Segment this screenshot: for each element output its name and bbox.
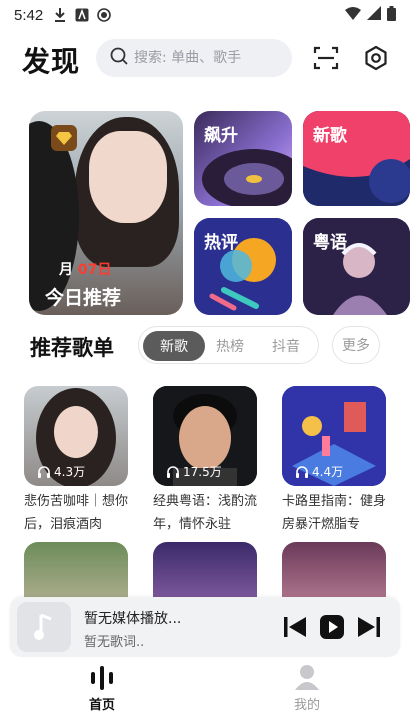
playlist-name: 悲伤苦咖啡｜想你后，泪痕酒肉 [24,494,128,532]
next-button[interactable] [357,615,381,639]
player-artwork [17,602,71,652]
bottom-nav: 首页 我的 [0,658,410,720]
tab-hot-chart[interactable]: 热榜 [201,331,259,361]
diamond-icon [51,125,77,151]
banner-grid: 月 07日 今日推荐 飙升 新歌 热评 粤语 [29,111,410,315]
playlist-card[interactable]: 4.4万 卡路里指南：健身房暴汗燃脂专 [282,386,386,536]
playlist-card[interactable]: 4.3万 悲伤苦咖啡｜想你后，泪痕酒肉 [24,386,128,536]
battery-icon [387,5,396,25]
header: 发现 [0,38,410,80]
scan-button[interactable] [312,44,340,72]
nav-mine[interactable]: 我的 [277,664,337,713]
nav-mine-label: 我的 [293,698,320,713]
section-title: 推荐歌单 [30,336,114,360]
headphones-icon [167,465,179,478]
previous-button[interactable] [283,615,307,639]
daily-recommend-card[interactable]: 月 07日 今日推荐 [29,111,183,315]
skip-previous-icon [284,617,306,637]
music-note-icon [34,613,52,640]
new-songs-label: 新歌 [313,126,347,146]
headphones-icon [296,465,308,478]
date-month: 月 [59,262,73,278]
hot-comments-card[interactable]: 热评 [194,218,292,315]
playlist-tab-group: 新歌 热榜 抖音 [138,326,319,364]
play-count-text: 4.4万 [312,465,344,479]
settings-button[interactable] [362,44,390,72]
search-input[interactable] [134,50,274,66]
search-icon [110,47,128,69]
new-songs-card[interactable]: 新歌 [303,111,410,206]
page-title: 发现 [22,45,81,78]
nav-home[interactable]: 首页 [72,664,132,713]
playlist-cover: 4.3万 [24,386,128,486]
hot-comments-label: 热评 [204,233,238,253]
cantonese-card[interactable]: 粤语 [303,218,410,315]
daily-title: 今日推荐 [45,287,122,309]
playlist-card[interactable]: 17.5万 经典粤语：浅酌流年，情怀永驻 [153,386,257,536]
soar-label: 飙升 [204,126,238,146]
daily-date: 月 07日 [59,259,111,279]
recommend-playlist-header: 推荐歌单 新歌 热榜 抖音 更多 [0,326,410,366]
play-count-text: 17.5万 [183,465,222,479]
soar-chart-card[interactable]: 飙升 [194,111,292,206]
tab-douyin[interactable]: 抖音 [257,331,315,361]
status-time: 5:42 [14,6,44,24]
user-icon [295,665,319,690]
status-bar: 5:42 [0,0,410,30]
play-icon [320,615,344,639]
playlist-cover: 4.4万 [282,386,386,486]
nav-home-label: 首页 [88,698,115,713]
play-button[interactable] [320,615,344,639]
mini-player[interactable]: 暂无媒体播放... 暂无歌词.. [10,597,400,657]
play-count: 4.3万 [38,463,85,480]
play-count-text: 4.3万 [54,465,86,479]
play-count: 4.4万 [296,463,343,480]
app-notification-icon [75,8,89,22]
player-lyrics: 暂无歌词.. [84,635,145,650]
cantonese-label: 粤语 [313,233,347,253]
search-box[interactable] [96,39,292,77]
download-icon [53,8,67,22]
headphones-icon [38,465,50,478]
cover-face [89,131,167,223]
sound-wave-icon [91,666,113,690]
player-title: 暂无媒体播放... [84,611,182,627]
play-count: 17.5万 [167,463,222,480]
tab-new-songs[interactable]: 新歌 [143,331,205,361]
more-button[interactable]: 更多 [332,326,380,364]
playlist-name: 经典粤语：浅酌流年，情怀永驻 [153,494,257,532]
playlist-name: 卡路里指南：健身房暴汗燃脂专 [282,494,386,532]
skip-next-icon [358,617,380,637]
record-icon [97,8,112,22]
date-day: 07日 [77,262,112,278]
gear-icon [365,45,387,71]
scan-icon [313,46,339,70]
signal-icon [367,6,381,24]
wifi-icon [345,6,361,24]
playlist-cover: 17.5万 [153,386,257,486]
